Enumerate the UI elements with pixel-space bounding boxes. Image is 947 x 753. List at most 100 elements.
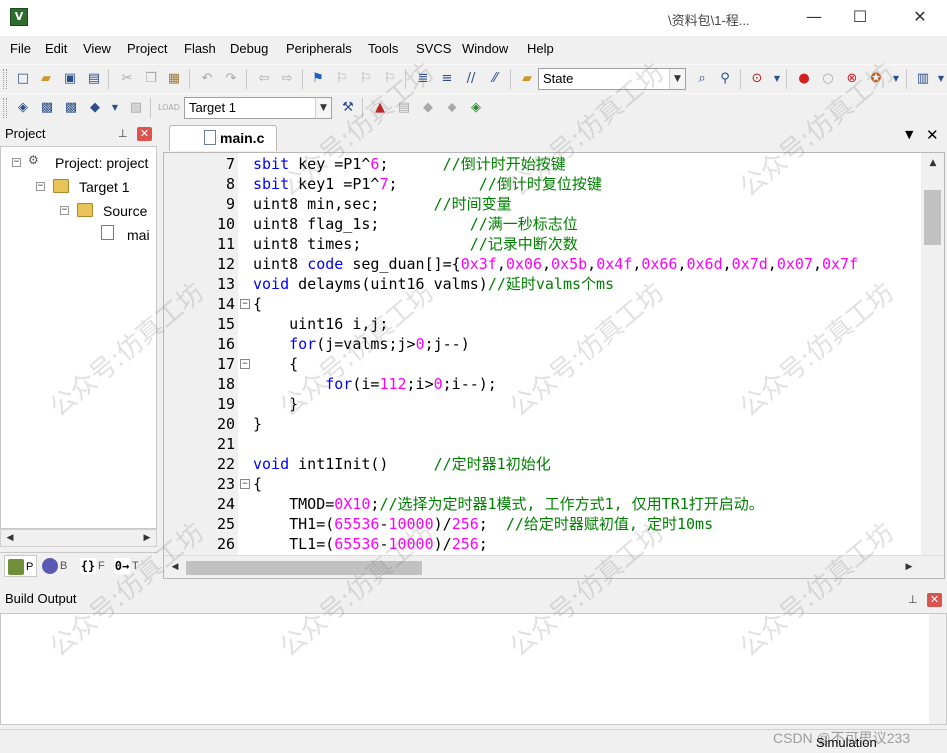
window-layout-icon[interactable]: ▥ [914,70,932,88]
tab-templates[interactable]: 0→ T [114,555,139,577]
scroll-thumb[interactable] [924,190,941,245]
menu-peripherals[interactable]: Peripherals [286,41,352,56]
incremental-find-icon[interactable]: ⚲ [716,70,734,88]
bookmark-icon[interactable]: ⚑ [309,70,327,88]
code-line[interactable]: 13 void delayms(uint16 valms)//延时valms个ms [164,274,924,294]
code-line[interactable]: 8 sbit key1 =P1^7; //倒计时复位按键 [164,174,924,194]
disable-breakpoint-icon[interactable]: ○ [819,70,837,88]
debug-session-icon[interactable]: ⊙ [748,70,766,88]
save-all-icon[interactable]: ▤ [85,70,103,88]
save-icon[interactable]: ▣ [61,70,79,88]
code-editor[interactable]: 7 sbit key =P1^6; //倒计时开始按键 8 sbit key1 =P1… [163,152,945,579]
build-vscrollbar[interactable] [929,614,946,724]
stop-build-icon[interactable]: ▨ [127,99,145,117]
code-line[interactable]: 19 } [164,394,924,414]
close-tab-icon[interactable]: ✕ [926,126,939,144]
pin-icon[interactable]: ⊥ [118,127,128,140]
maximize-button[interactable]: ☐ [837,0,883,36]
menu-file[interactable]: File [10,41,31,56]
rte-icon[interactable]: ◆ [419,99,437,117]
prev-bookmark-icon[interactable]: ⚐ [333,70,351,88]
collapse-icon[interactable]: − [60,206,69,215]
tab-list-icon[interactable]: ▼ [905,128,913,141]
toolbar-grip[interactable] [3,69,7,89]
scroll-left-icon[interactable]: ◀ [167,559,183,575]
tree-project-root[interactable]: Project: project [55,153,148,173]
open-file-icon[interactable]: ▰ [37,70,55,88]
collapse-icon[interactable]: − [12,158,21,167]
close-pane-button[interactable]: ✕ [927,593,942,607]
configure-icon[interactable]: ✪ [867,70,885,88]
scroll-left-icon[interactable]: ◀ [2,530,18,546]
collapse-icon[interactable]: − [36,182,45,191]
code-line[interactable]: 22 void int1Init() //定时器1初始化 [164,454,924,474]
menu-debug[interactable]: Debug [230,41,268,56]
comment-icon[interactable]: // [462,70,480,88]
menu-project[interactable]: Project [127,41,167,56]
tree-file-main[interactable]: mai [127,225,150,245]
project-hscrollbar[interactable]: ◀ ▶ [0,529,157,547]
tree-source-group[interactable]: Source [103,201,147,221]
chevron-down-icon[interactable]: ▼ [669,69,685,89]
new-file-icon[interactable]: □ [14,70,32,88]
code-lines[interactable]: 7 sbit key =P1^6; //倒计时开始按键 8 sbit key1 =P1… [164,154,924,554]
tab-project[interactable]: P [4,555,38,577]
manage-components-icon[interactable]: ▲ [371,99,389,117]
menu-svcs[interactable]: SVCS [416,41,451,56]
fold-toggle-icon[interactable]: − [240,359,250,369]
close-button[interactable]: ✕ [897,0,943,36]
chevron-down-icon[interactable]: ▼ [932,70,947,88]
code-line[interactable]: 24 TMOD=0X10;//选择为定时器1模式, 工作方式1, 仅用TR1打开… [164,494,924,514]
fold-toggle-icon[interactable]: − [240,479,250,489]
code-line[interactable]: 7 sbit key =P1^6; //倒计时开始按键 [164,154,924,174]
unindent-icon[interactable]: ≡ [438,70,456,88]
nav-forward-icon[interactable]: ⇨ [278,70,296,88]
target-options-icon[interactable]: ⚒ [339,99,357,117]
tab-functions[interactable]: {} F [80,555,105,577]
chevron-down-icon[interactable]: ▼ [887,70,905,88]
menu-help[interactable]: Help [527,41,554,56]
chevron-down-icon[interactable]: ▼ [106,99,124,117]
tab-main-c[interactable]: main.c [169,125,277,151]
menu-tools[interactable]: Tools [368,41,398,56]
environment-icon[interactable]: ◈ [467,99,485,117]
minimize-button[interactable]: — [791,0,837,36]
copy-icon[interactable]: ❐ [142,70,160,88]
scroll-right-icon[interactable]: ▶ [901,559,917,575]
translate-icon[interactable]: ◈ [14,99,32,117]
kill-breakpoints-icon[interactable]: ⊗ [843,70,861,88]
scroll-right-icon[interactable]: ▶ [139,530,155,546]
cut-icon[interactable]: ✂ [118,70,136,88]
close-pane-button[interactable]: ✕ [137,127,152,141]
code-line[interactable]: 21 [164,434,924,454]
clear-bookmarks-icon[interactable]: ⚐ [381,70,399,88]
paste-icon[interactable]: ▦ [165,70,183,88]
batch-build-icon[interactable]: ◆ [86,99,104,117]
menu-view[interactable]: View [83,41,111,56]
select-packs-icon[interactable]: ▤ [395,99,413,117]
code-line[interactable]: 15 uint16 i,j; [164,314,924,334]
find-in-files-icon[interactable]: ▰ [518,70,536,88]
fold-toggle-icon[interactable]: − [240,299,250,309]
tab-books[interactable]: B [42,555,67,577]
indent-icon[interactable]: ≣ [414,70,432,88]
uncomment-icon[interactable]: ⁄⁄ [486,70,504,88]
nav-back-icon[interactable]: ⇦ [255,70,273,88]
build-icon[interactable]: ▩ [38,99,56,117]
build-output-panel[interactable] [0,613,947,725]
code-line[interactable]: 18 for(i=112;i>0;i--); [164,374,924,394]
chevron-down-icon[interactable]: ▼ [315,98,331,118]
tree-target[interactable]: Target 1 [79,177,130,197]
code-line[interactable]: 14−{ [164,294,924,314]
find-icon[interactable]: ⌕ [693,70,711,88]
editor-hscrollbar[interactable]: ◀ ▶ [164,555,944,578]
code-line[interactable]: 25 TH1=(65536-10000)/256; //给定时器赋初值, 定时1… [164,514,924,534]
scroll-thumb[interactable] [186,561,422,575]
menu-edit[interactable]: Edit [45,41,67,56]
code-line[interactable]: 11 uint8 times; //记录中断次数 [164,234,924,254]
editor-vscrollbar[interactable]: ▲ [921,153,944,555]
menu-window[interactable]: Window [462,41,508,56]
menu-flash[interactable]: Flash [184,41,216,56]
redo-icon[interactable]: ↷ [222,70,240,88]
rebuild-icon[interactable]: ▩ [62,99,80,117]
